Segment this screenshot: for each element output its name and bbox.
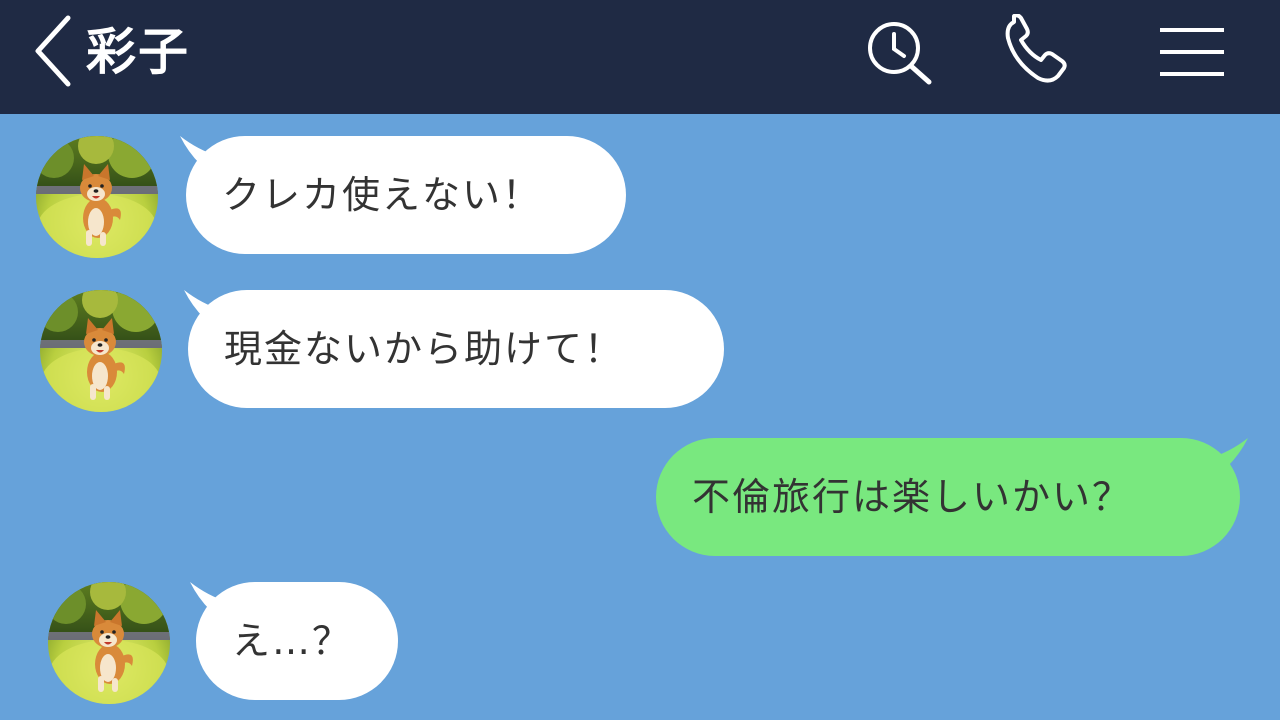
back-button[interactable] — [30, 14, 78, 88]
outgoing-message-bubble[interactable]: 不倫旅行は楽しいかい？ — [656, 438, 1240, 556]
contact-avatar[interactable] — [48, 582, 170, 704]
incoming-message-bubble[interactable]: クレカ使えない！ — [186, 136, 626, 254]
chat-title: 彩子 — [86, 23, 190, 81]
menu-button[interactable] — [1154, 24, 1230, 80]
message-text: 現金ないから助けて！ — [224, 327, 625, 371]
search-clock-icon — [868, 22, 932, 85]
shiba-dog-avatar-image — [36, 136, 158, 258]
contact-avatar[interactable] — [40, 290, 162, 412]
search-button[interactable] — [862, 18, 938, 88]
chevron-left-icon — [35, 15, 71, 87]
incoming-message-bubble[interactable]: 現金ないから助けて！ — [188, 290, 724, 408]
chat-header: 彩子 — [0, 0, 1280, 114]
message-text: クレカ使えない！ — [222, 173, 543, 217]
call-button[interactable] — [1000, 13, 1080, 88]
message-text: 不倫旅行は楽しいかい？ — [692, 475, 1133, 519]
contact-avatar[interactable] — [36, 136, 158, 258]
shiba-dog-avatar-image — [40, 290, 162, 412]
hamburger-menu-icon — [1160, 28, 1224, 76]
message-text: え…？ — [232, 619, 353, 663]
phone-icon — [1005, 13, 1067, 83]
shiba-dog-avatar-image — [48, 582, 170, 704]
incoming-message-bubble[interactable]: え…？ — [196, 582, 398, 700]
